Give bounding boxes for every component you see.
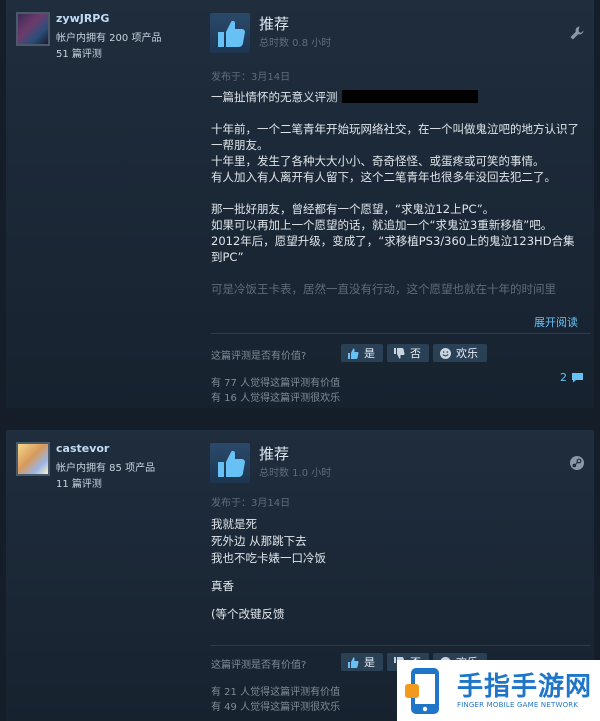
avatar[interactable]: [16, 442, 50, 476]
helpful-count: 有 21 人觉得这篇评测有价值: [211, 687, 341, 698]
review-line: 可是冷饭王卡表，居然一直没有行动，这个愿望也就在十年的时间里: [211, 282, 556, 296]
review-line: (等个改键反馈: [211, 607, 285, 621]
watermark-subtitle: FINGER MOBILE GAME NETWORK: [457, 701, 579, 709]
helpful-question: 这篇评测是否有价值?: [211, 660, 307, 671]
review-line: 死外边 从那跳下去: [211, 534, 307, 548]
comments-link[interactable]: 2: [560, 371, 584, 384]
vote-yes-button[interactable]: 是: [341, 653, 383, 671]
expand-link[interactable]: 展开阅读: [534, 314, 578, 330]
thumbs-down-icon: [394, 347, 405, 359]
review-count[interactable]: 51 篇评测: [56, 45, 102, 60]
divider: [211, 333, 591, 334]
funny-count: 有 16 人觉得这篇评测很欢乐: [211, 393, 341, 404]
review-verdict[interactable]: 推荐: [259, 443, 289, 464]
products-owned[interactable]: 帐户内拥有 85 项产品: [56, 459, 155, 474]
review-card: zywJRPG 帐户内拥有 200 项产品 51 篇评测 推荐 总时数 0.8 …: [6, 0, 594, 408]
helpful-question: 这篇评测是否有价值?: [211, 351, 307, 362]
review-text: 一篇扯情怀的无意义评测 十年前，一个二笔青年开始玩网络社交，在一个叫做鬼泣吧的地…: [211, 89, 586, 297]
review-line: 十年前，一个二笔青年开始玩网络社交，在一个叫做鬼泣吧的地方认识了一帮朋友。: [211, 122, 579, 152]
phone-logo-icon: [405, 668, 439, 714]
posted-date: 发布于：3月14日: [211, 498, 291, 509]
vote-no-button[interactable]: 否: [387, 344, 429, 362]
review-line: 真香: [211, 579, 234, 593]
playtime: 总时数 0.8 小时: [259, 38, 332, 49]
vote-yes-button[interactable]: 是: [341, 344, 383, 362]
helpful-count: 有 77 人觉得这篇评测有价值: [211, 378, 341, 389]
funny-count: 有 49 人觉得这篇评测很欢乐: [211, 702, 341, 713]
posted-date: 发布于：3月14日: [211, 72, 291, 83]
avatar[interactable]: [16, 12, 50, 46]
comment-count: 2: [560, 371, 567, 384]
playtime: 总时数 1.0 小时: [259, 468, 332, 479]
wrench-icon: [569, 25, 585, 41]
smiley-icon: [440, 347, 451, 359]
username[interactable]: castevor: [56, 442, 109, 455]
review-line: 那一批好朋友，曾经都有一个愿望，“求鬼泣12上PC”。: [211, 202, 495, 216]
watermark-title: 手指手游网: [457, 672, 593, 702]
review-line: 我就是死: [211, 517, 257, 531]
review-line: 我也不吃卡婊一口冷饭: [211, 551, 326, 565]
thumbs-up-icon: [210, 13, 250, 53]
review-line: 一篇扯情怀的无意义评测: [211, 90, 338, 104]
divider: [211, 645, 591, 646]
review-line: 有人加入有人离开有人留下，这个二笔青年也很多年没回去犯二了。: [211, 170, 556, 184]
vote-funny-button[interactable]: 欢乐: [433, 344, 487, 362]
steam-icon: [569, 455, 585, 471]
review-verdict[interactable]: 推荐: [259, 13, 289, 34]
review-line: 十年里，发生了各种大大小小、奇奇怪怪、或蛋疼或可笑的事情。: [211, 154, 545, 168]
site-watermark: 手指手游网 FINGER MOBILE GAME NETWORK: [397, 660, 600, 721]
comment-icon: [572, 373, 583, 383]
products-owned[interactable]: 帐户内拥有 200 项产品: [56, 29, 161, 44]
thumbs-up-icon: [210, 443, 250, 483]
review-line: 2012年后，愿望升级，变成了，“求移植PS3/360上的鬼泣123HD合集到P…: [211, 234, 575, 264]
redacted-block: [341, 90, 478, 103]
username[interactable]: zywJRPG: [56, 12, 109, 25]
thumbs-up-icon: [348, 347, 359, 359]
thumbs-up-icon: [348, 656, 359, 668]
review-count[interactable]: 11 篇评测: [56, 475, 102, 490]
review-text: 我就是死 死外边 从那跳下去 我也不吃卡婊一口冷饭 真香 (等个改键反馈: [211, 516, 586, 623]
review-line: 如果可以再加上一个愿望的话，就追加一个“求鬼泣3重新移植”吧。: [211, 218, 553, 232]
